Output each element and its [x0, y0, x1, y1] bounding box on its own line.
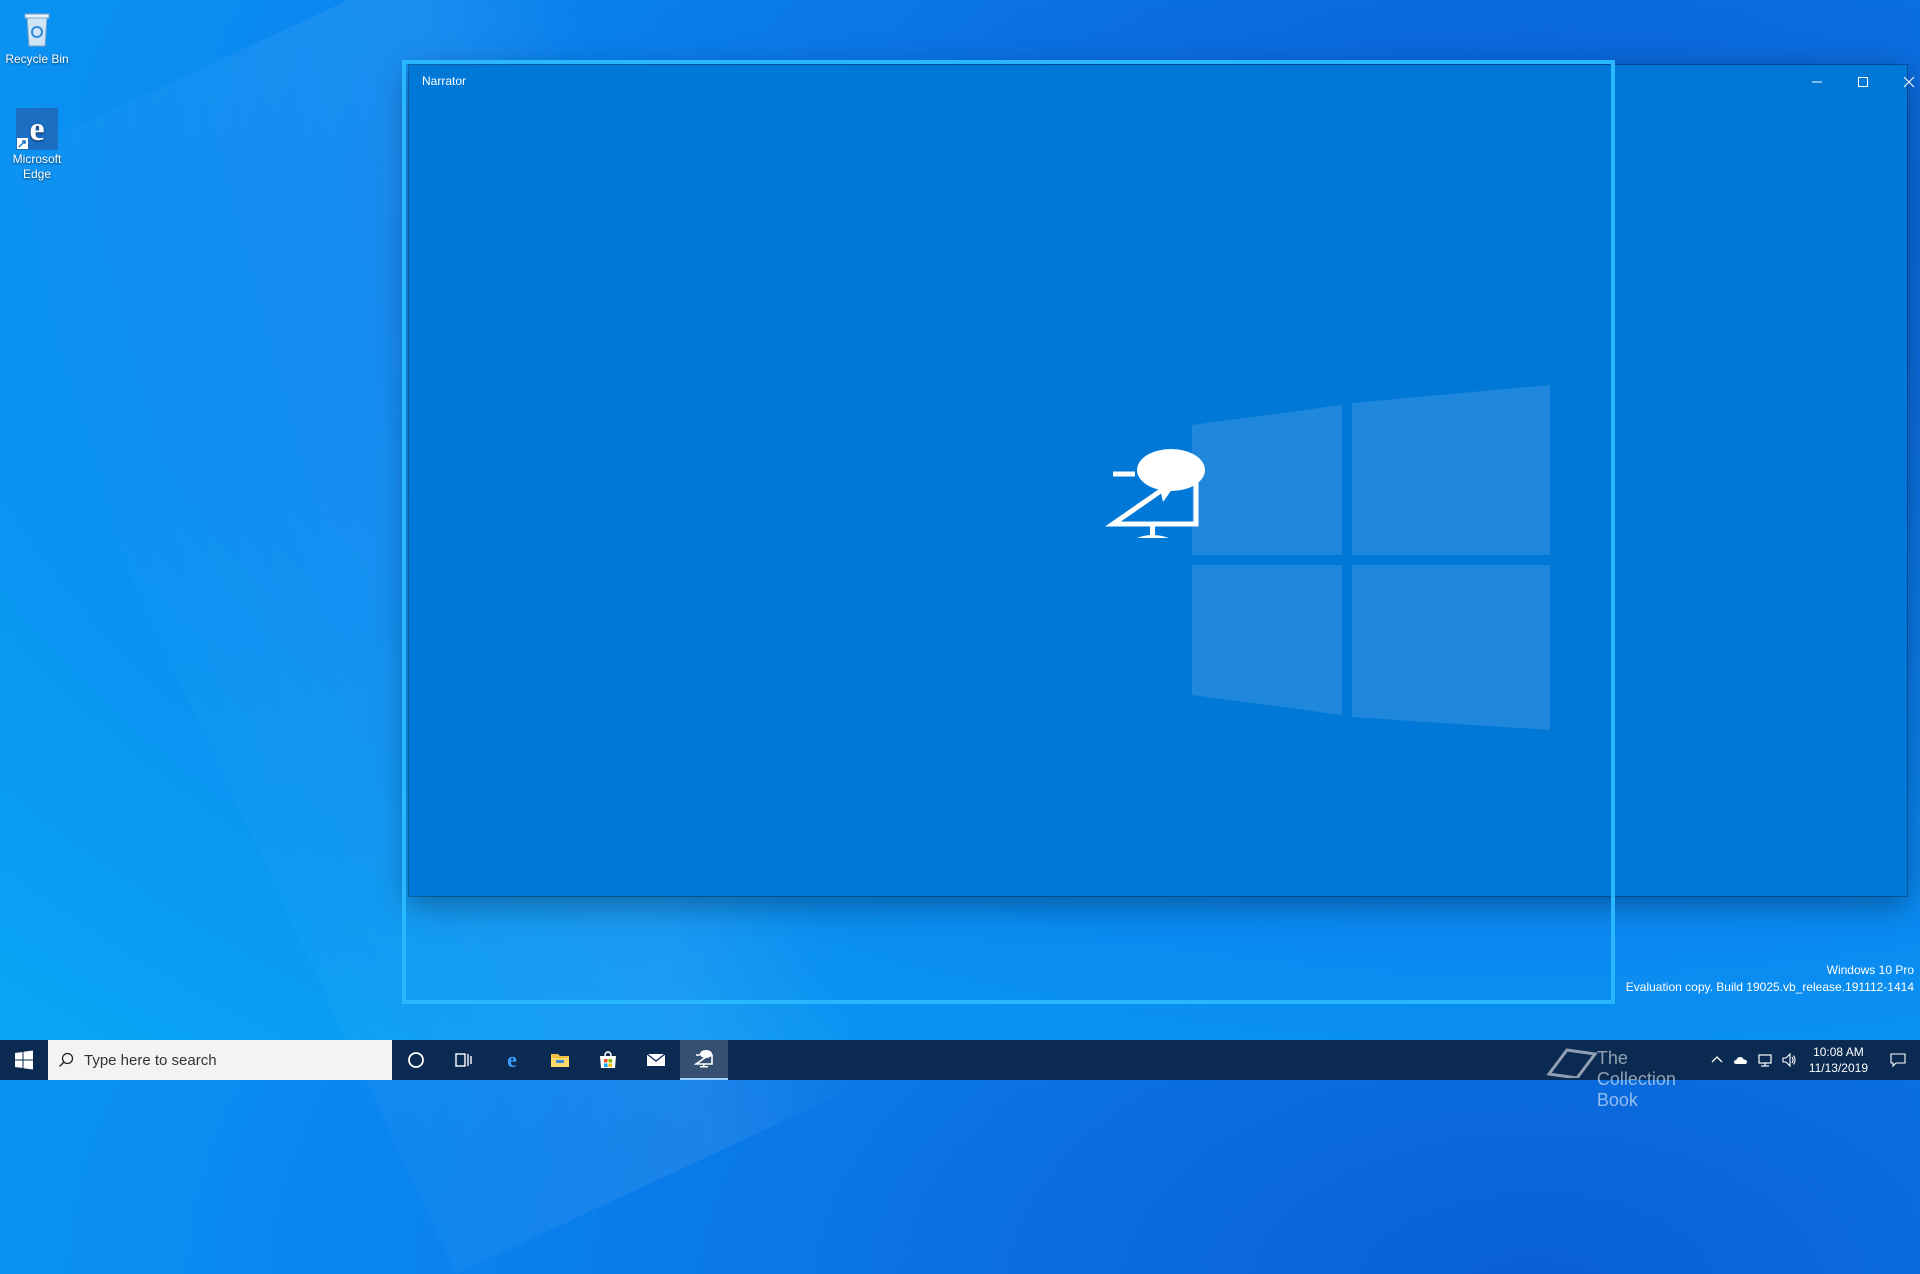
- cortana-icon: [408, 1052, 424, 1068]
- edge-icon: e: [507, 1050, 517, 1070]
- evaluation-watermark: Windows 10 Pro Evaluation copy. Build 19…: [1626, 962, 1914, 996]
- svg-text:e: e: [29, 111, 44, 148]
- maximize-icon: [1858, 76, 1868, 87]
- narrator-app-icon: [1105, 449, 1205, 538]
- desktop-icon-label: Microsoft Edge: [12, 152, 62, 181]
- maximize-button[interactable]: [1840, 65, 1886, 98]
- cortana-button[interactable]: [392, 1040, 440, 1080]
- desktop-icon-recycle-bin[interactable]: Recycle Bin: [0, 8, 74, 67]
- cloud-icon: [1733, 1057, 1747, 1064]
- task-view-icon: [455, 1053, 472, 1067]
- tray-brand-area: The Collection Book: [1545, 1040, 1705, 1110]
- start-button[interactable]: [0, 1040, 48, 1080]
- network-icon: [1758, 1054, 1772, 1067]
- volume-tray[interactable]: [1777, 1040, 1801, 1080]
- search-icon: [48, 1052, 84, 1068]
- minimize-icon: [1812, 81, 1822, 82]
- task-view-button[interactable]: [440, 1040, 488, 1080]
- chevron-up-icon: [1711, 1056, 1723, 1063]
- taskbar-narrator[interactable]: [680, 1040, 728, 1080]
- action-center-button[interactable]: [1876, 1040, 1920, 1080]
- edition-text: Windows 10 Pro: [1826, 963, 1914, 977]
- clock-time: 10:08 AM: [1813, 1045, 1864, 1059]
- mail-icon: [646, 1053, 666, 1066]
- windows-logo-watermark: [1192, 385, 1550, 730]
- taskbar: Type here to search e The Collection Boo…: [0, 1040, 1920, 1110]
- folder-icon: [551, 1054, 569, 1067]
- system-tray: The Collection Book 10:08 AM 11/13/2019: [1545, 1040, 1920, 1110]
- taskbar-mail[interactable]: [632, 1040, 680, 1080]
- desktop-icon-label: Recycle Bin: [5, 52, 69, 66]
- desktop: Recycle Bin e Microsoft Edge Narrator Wi…: [0, 0, 1920, 1274]
- notification-icon: [1890, 1053, 1906, 1068]
- onedrive-tray[interactable]: [1729, 1040, 1753, 1080]
- clock[interactable]: 10:08 AM 11/13/2019: [1801, 1044, 1876, 1076]
- network-tray[interactable]: [1753, 1040, 1777, 1080]
- search-box[interactable]: Type here to search: [48, 1040, 392, 1080]
- search-placeholder: Type here to search: [84, 1051, 217, 1069]
- book-logo-icon: [1546, 1048, 1598, 1078]
- taskbar-store[interactable]: [584, 1040, 632, 1080]
- close-icon: [1903, 76, 1915, 87]
- store-icon: [600, 1051, 616, 1068]
- title-bar[interactable]: Narrator: [409, 65, 1915, 98]
- svg-text:e: e: [507, 1050, 517, 1070]
- window-title: Narrator: [422, 74, 467, 88]
- speaker-icon: [1782, 1052, 1796, 1068]
- build-text: Evaluation copy. Build 19025.vb_release.…: [1625, 980, 1914, 994]
- close-button[interactable]: [1886, 65, 1920, 98]
- clock-date: 11/13/2019: [1808, 1061, 1868, 1075]
- narrator-window[interactable]: Narrator: [409, 65, 1915, 896]
- desktop-icon-microsoft-edge[interactable]: e Microsoft Edge: [0, 108, 74, 182]
- taskbar-file-explorer[interactable]: [536, 1040, 584, 1080]
- narrator-icon: [694, 1050, 713, 1068]
- edge-icon: e: [16, 108, 58, 150]
- minimize-button[interactable]: [1794, 65, 1840, 98]
- windows-start-icon: [15, 1050, 33, 1070]
- show-hidden-icons-button[interactable]: [1705, 1040, 1729, 1080]
- recycle-bin-icon: [16, 8, 58, 50]
- taskbar-edge[interactable]: e: [488, 1040, 536, 1080]
